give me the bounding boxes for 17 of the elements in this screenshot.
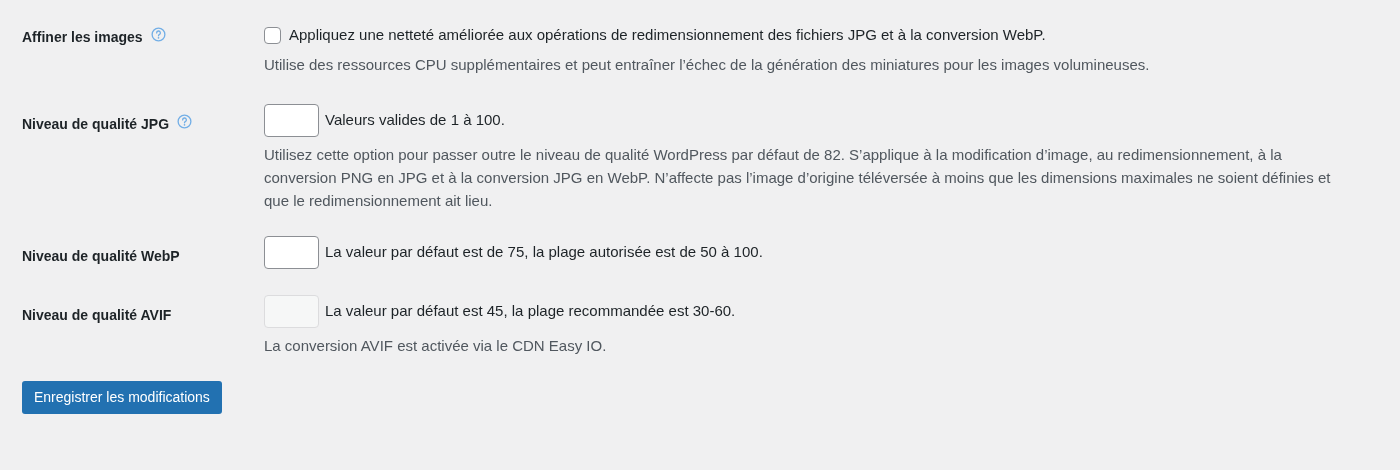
setting-label: Niveau de qualité WebP bbox=[22, 246, 180, 266]
save-button[interactable]: Enregistrer les modifications bbox=[22, 380, 222, 414]
help-icon[interactable] bbox=[177, 113, 193, 129]
field-description: La conversion AVIF est activée via le CDN Easy IO. bbox=[264, 335, 608, 356]
checkbox[interactable] bbox=[264, 26, 281, 44]
field-description: Utilisez cette option pour passer outre le niveau de qualité WordPress par défaut de 82. S’applique à la modification d’image, au redimensionnement, à la conversion PNG en JPG et à la conversion JPG en WebP. N’affecte pas l’image d’origine téléversée à moins que les dimensions maximales ne soient définies et que le redimensionnement ait lieu. bbox=[264, 144, 1332, 211]
field-hint: Valeurs valides de 1 à 100. bbox=[325, 109, 505, 130]
help-icon[interactable] bbox=[150, 27, 166, 42]
number-field[interactable] bbox=[264, 235, 319, 269]
setting-label: Affiner les images bbox=[22, 28, 143, 47]
setting-label: Niveau de qualité AVIF bbox=[22, 305, 172, 325]
field-hint: La valeur par défaut est 45, la plage recommandée est 30-60. bbox=[325, 300, 736, 321]
field-hint: La valeur par défaut est de 75, la plage autorisée est de 50 à 100. bbox=[325, 241, 763, 262]
checkbox-label: Appliquez une netteté améliorée aux opérations de redimensionnement des fichiers JPG et à la conversion WebP. bbox=[289, 25, 1046, 45]
field-description: Utilise des ressources CPU supplémentaires et peut entraîner l’échec de la génération des miniatures pour les images volumineuses. bbox=[264, 54, 1151, 75]
number-field[interactable] bbox=[264, 103, 319, 137]
setting-label: Niveau de qualité JPG bbox=[22, 114, 170, 134]
